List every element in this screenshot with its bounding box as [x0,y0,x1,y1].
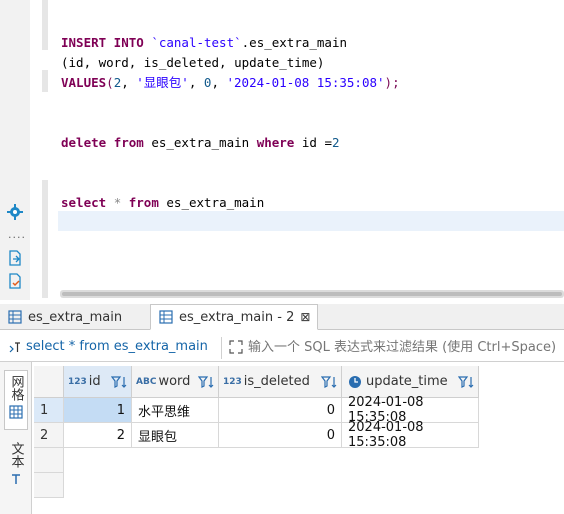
cell-is-deleted[interactable]: 0 [219,398,342,423]
column-header-id[interactable]: 123 id [64,366,132,398]
query-text-link[interactable]: select * from es_extra_main [8,339,208,354]
code-line-columns: (id, word, is_deleted, update_time) [61,55,325,70]
statement-marker [42,70,48,92]
grid-view-label: 网格 [8,375,24,401]
query-text: select * from es_extra_main [26,339,208,354]
statement-marker [42,180,48,298]
view-mode-tabs: 网格 文本 [0,362,32,514]
corner-header [34,366,64,398]
number-type-icon: 123 [68,376,87,387]
number-type-icon: 123 [223,376,242,387]
tab-text-view[interactable]: 文本 [4,438,28,498]
grid-icon [9,405,23,419]
scrollbar-thumb[interactable] [62,292,562,296]
results-tabbar: es_extra_main es_extra_main - 2 ⊠ [0,304,564,330]
code-line-insert: INSERT INTO `canal-test`.es_extra_main [61,35,347,50]
text-view-label: 文本 [8,442,24,468]
tab-label: es_extra_main - 2 [179,309,295,325]
cell-is-deleted[interactable]: 0 [219,423,342,448]
clock-icon [349,375,361,388]
filter-bar: select * from es_extra_main [0,334,564,362]
expand-icon[interactable] [228,339,244,359]
table-icon [8,310,22,324]
column-header-is-deleted[interactable]: 123 is_deleted [219,366,342,398]
close-tab-icon[interactable]: ⊠ [300,310,310,324]
export-script-icon[interactable] [7,250,23,266]
code-line-select: select * from es_extra_main [61,195,265,210]
column-name: is_deleted [243,374,310,389]
text-type-icon: ABC [136,376,157,387]
row-number[interactable]: 1 [34,398,64,423]
current-line-highlight [58,211,564,231]
more-dots-icon[interactable]: .... [8,228,26,241]
tab-results-2[interactable]: es_extra_main - 2 ⊠ [150,304,318,330]
cell-id[interactable]: 1 [64,398,132,423]
sort-filter-icon[interactable] [458,375,474,389]
settings-gear-icon[interactable] [7,204,23,220]
column-name: word [158,374,191,389]
sort-filter-icon[interactable] [321,375,337,389]
code-line-delete: delete from es_extra_main where id =2 [61,135,340,150]
row-number[interactable]: 2 [34,423,64,448]
empty-row [34,448,64,473]
sort-filter-icon[interactable] [198,375,214,389]
column-name: id [88,374,101,389]
sql-editor[interactable]: .... INSERT INTO `canal-test`.es_extra_m… [0,0,564,300]
table-icon [159,310,173,324]
cell-update-time[interactable]: 2024-01-08 15:35:08 [342,420,479,450]
open-file-icon[interactable] [7,273,23,289]
empty-row [34,473,64,498]
code-line-values: VALUES(2, '显眼包', 0, '2024-01-08 15:35:08… [61,75,400,90]
column-name: update_time [366,374,448,389]
column-header-word[interactable]: ABC word [132,366,219,398]
text-icon [12,474,20,484]
tab-grid-view[interactable]: 网格 [4,370,28,430]
filter-input[interactable] [248,336,562,358]
tab-label: es_extra_main [28,309,123,325]
tab-results-1[interactable]: es_extra_main [0,304,148,330]
divider [221,337,222,359]
cell-word[interactable]: 水平思维 [132,398,219,423]
cell-word[interactable]: 显眼包 [132,423,219,448]
sql-cursor-icon [9,341,20,352]
column-header-update-time[interactable]: update_time [342,366,479,398]
cell-id[interactable]: 2 [64,423,132,448]
statement-marker [42,0,48,50]
sort-filter-icon[interactable] [111,375,127,389]
